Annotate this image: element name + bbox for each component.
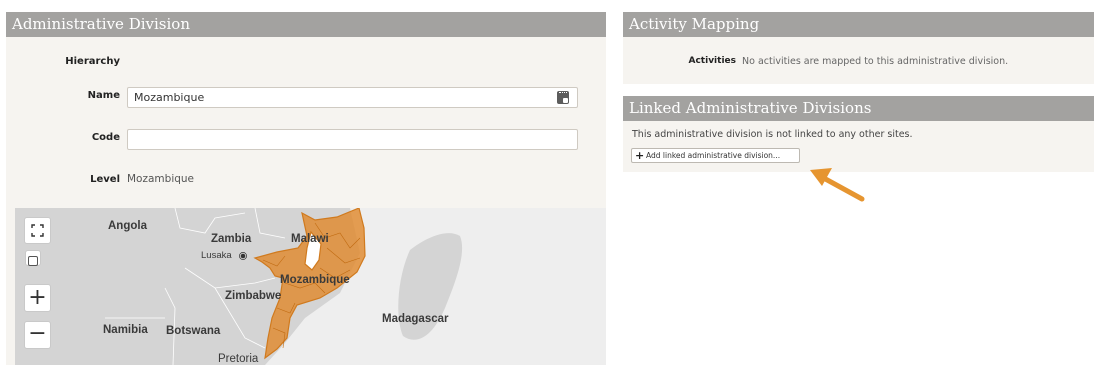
- annotation-arrow-icon: [810, 168, 865, 202]
- map-label-botswana: Botswana: [166, 325, 221, 337]
- activities-label: Activities: [688, 56, 737, 66]
- lusaka-marker-icon: [240, 253, 246, 259]
- name-label: Name: [87, 90, 120, 101]
- linked-divisions-header: Linked Administrative Divisions: [623, 96, 1094, 121]
- map-label-lusaka: Lusaka: [201, 250, 232, 261]
- fullscreen-button[interactable]: [24, 217, 51, 244]
- add-linked-division-button[interactable]: + Add linked administrative division...: [631, 148, 800, 163]
- map-label-madagascar: Madagascar: [382, 313, 449, 325]
- map-label-zimbabwe: Zimbabwe: [225, 290, 282, 302]
- fullscreen-icon: [31, 224, 44, 237]
- plus-icon: +: [635, 149, 645, 162]
- name-field[interactable]: Mozambique: [127, 87, 578, 108]
- map-label-zambia: Zambia: [211, 233, 252, 245]
- zoom-in-button[interactable]: +: [24, 284, 51, 312]
- zoom-out-icon: −: [28, 321, 47, 346]
- map-label-mozambique: Mozambique: [280, 274, 350, 286]
- map-label-malawi: Malawi: [291, 233, 329, 245]
- map-label-namibia: Namibia: [103, 324, 148, 336]
- activities-text: No activities are mapped to this adminis…: [742, 56, 1009, 67]
- activity-mapping-panel: Activity Mapping: [623, 12, 1094, 84]
- map-basemap: [105, 208, 606, 365]
- zoom-out-button[interactable]: −: [24, 321, 51, 349]
- translate-icon[interactable]: [557, 91, 569, 104]
- level-value: Mozambique: [127, 173, 195, 185]
- hierarchy-label: Hierarchy: [65, 56, 120, 67]
- add-linked-division-label: Add linked administrative division...: [646, 151, 781, 160]
- layers-icon: [28, 256, 38, 266]
- code-field[interactable]: [127, 129, 578, 150]
- activity-mapping-header: Activity Mapping: [623, 12, 1094, 37]
- map-label-angola: Angola: [108, 220, 147, 232]
- map-view[interactable]: Angola Zambia Malawi Lusaka Mozambique Z…: [15, 208, 606, 365]
- zoom-in-icon: +: [28, 285, 47, 310]
- level-label: Level: [90, 174, 120, 185]
- admin-division-header: Administrative Division: [6, 12, 606, 37]
- code-label: Code: [91, 132, 120, 143]
- map-label-pretoria: Pretoria: [218, 353, 259, 365]
- linked-divisions-message: This administrative division is not link…: [632, 129, 913, 140]
- layer-toggle-button[interactable]: [25, 250, 41, 266]
- name-field-value: Mozambique: [134, 91, 205, 104]
